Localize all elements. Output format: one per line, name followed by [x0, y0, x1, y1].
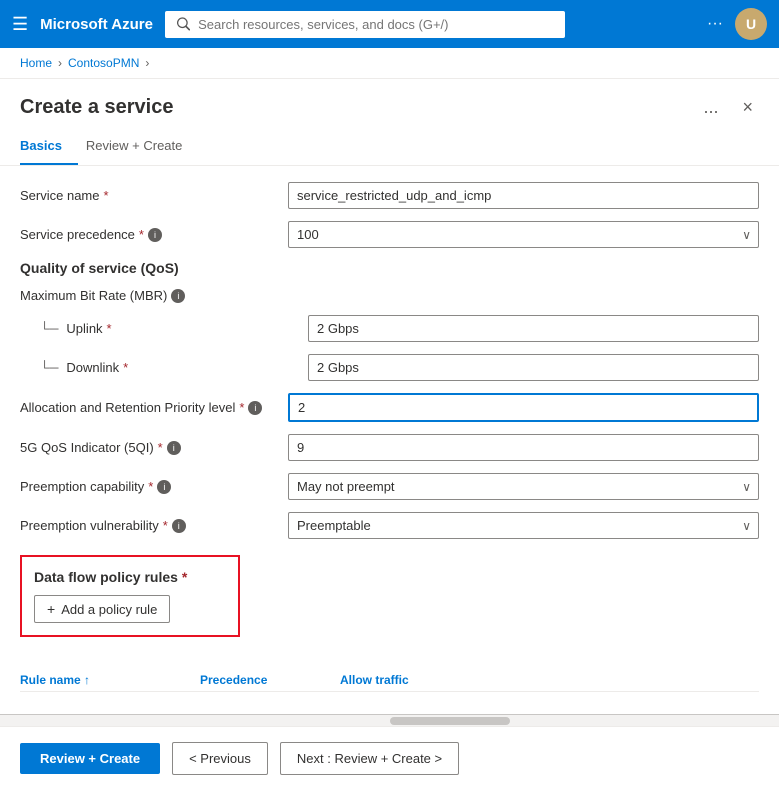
policy-rules-section: Data flow policy rules * + Add a policy … [20, 555, 240, 637]
preemption-cap-row: Preemption capability * i May not preemp… [20, 473, 759, 500]
preemption-cap-info-icon[interactable]: i [157, 480, 171, 494]
preemption-vuln-select-wrapper: Preemptable [288, 512, 759, 539]
downlink-row: └─ Downlink * [20, 354, 759, 381]
previous-button[interactable]: < Previous [172, 742, 268, 775]
top-nav: ☰ Microsoft Azure ··· U [0, 0, 779, 48]
table-header: Rule name ↑ Precedence Allow traffic [20, 665, 759, 692]
allocation-input[interactable] [288, 393, 759, 422]
preemption-cap-select[interactable]: May not preempt [288, 473, 759, 500]
add-policy-rule-button[interactable]: + Add a policy rule [34, 595, 170, 623]
page-header: Create a service ... × [0, 79, 779, 120]
close-button[interactable]: × [736, 95, 759, 120]
allocation-label: Allocation and Retention Priority level … [20, 400, 280, 415]
preemption-cap-select-wrapper: May not preempt [288, 473, 759, 500]
uplink-label: └─ Uplink * [40, 321, 300, 336]
preemption-vuln-label: Preemption vulnerability * i [20, 518, 280, 533]
downlink-label: └─ Downlink * [40, 360, 300, 375]
nav-right-actions: ··· U [707, 8, 767, 40]
preemption-cap-label: Preemption capability * i [20, 479, 280, 494]
service-precedence-select[interactable]: 100 [288, 221, 759, 248]
service-precedence-label: Service precedence * i [20, 227, 280, 242]
search-icon [177, 17, 190, 31]
qos-5qi-label: 5G QoS Indicator (5QI) * i [20, 440, 280, 455]
breadcrumb-sep2: › [145, 56, 149, 70]
qos-5qi-input[interactable] [288, 434, 759, 461]
main-container: Create a service ... × Basics Review + C… [0, 79, 779, 788]
more-icon[interactable]: ··· [707, 15, 723, 33]
preemption-vuln-info-icon[interactable]: i [172, 519, 186, 533]
col-rule-name[interactable]: Rule name ↑ [20, 673, 200, 687]
policy-rules-container: Data flow policy rules * + Add a policy … [20, 555, 759, 692]
mbr-row: Maximum Bit Rate (MBR) i [20, 288, 759, 303]
ellipsis-button[interactable]: ... [697, 95, 724, 120]
bottom-bar: Review + Create < Previous Next : Review… [0, 726, 779, 790]
mbr-label: Maximum Bit Rate (MBR) i [20, 288, 280, 303]
service-precedence-row: Service precedence * i 100 [20, 221, 759, 248]
avatar[interactable]: U [735, 8, 767, 40]
search-input[interactable] [198, 17, 553, 32]
service-name-label: Service name * [20, 188, 280, 203]
tabs: Basics Review + Create [0, 128, 779, 166]
qos-5qi-info-icon[interactable]: i [167, 441, 181, 455]
col-allow-traffic[interactable]: Allow traffic [340, 673, 759, 687]
uplink-input[interactable] [308, 315, 759, 342]
policy-rules-required: * [182, 569, 187, 585]
app-title: Microsoft Azure [40, 16, 153, 33]
next-button[interactable]: Next : Review + Create > [280, 742, 459, 775]
downlink-input[interactable] [308, 354, 759, 381]
scroll-indicator [0, 714, 779, 726]
preemption-vuln-row: Preemption vulnerability * i Preemptable [20, 512, 759, 539]
service-precedence-info-icon[interactable]: i [148, 228, 162, 242]
page-title: Create a service [20, 96, 173, 119]
service-precedence-select-wrapper: 100 [288, 221, 759, 248]
header-actions: ... × [697, 95, 759, 120]
scroll-thumb [390, 717, 510, 725]
service-name-required: * [103, 188, 108, 203]
service-name-input[interactable] [288, 182, 759, 209]
hamburger-icon[interactable]: ☰ [12, 14, 28, 35]
policy-rules-title: Data flow policy rules * [34, 569, 226, 585]
qos-5qi-row: 5G QoS Indicator (5QI) * i [20, 434, 759, 461]
allocation-row: Allocation and Retention Priority level … [20, 393, 759, 422]
breadcrumb: Home › ContosoPMN › [0, 48, 779, 79]
uplink-row: └─ Uplink * [20, 315, 759, 342]
mbr-info-icon[interactable]: i [171, 289, 185, 303]
search-bar[interactable] [165, 11, 565, 38]
allocation-info-icon[interactable]: i [248, 401, 262, 415]
review-create-button[interactable]: Review + Create [20, 743, 160, 774]
breadcrumb-sep1: › [58, 56, 62, 70]
service-name-row: Service name * [20, 182, 759, 209]
col-precedence[interactable]: Precedence [200, 673, 340, 687]
plus-icon: + [47, 601, 55, 617]
add-policy-label: Add a policy rule [61, 602, 157, 617]
tab-review-create[interactable]: Review + Create [86, 128, 198, 165]
breadcrumb-home[interactable]: Home [20, 56, 52, 70]
breadcrumb-parent[interactable]: ContosoPMN [68, 56, 139, 70]
preemption-vuln-select[interactable]: Preemptable [288, 512, 759, 539]
qos-section-title: Quality of service (QoS) [20, 260, 759, 276]
tab-basics[interactable]: Basics [20, 128, 78, 165]
form-content: Service name * Service precedence * i 10… [0, 166, 779, 706]
